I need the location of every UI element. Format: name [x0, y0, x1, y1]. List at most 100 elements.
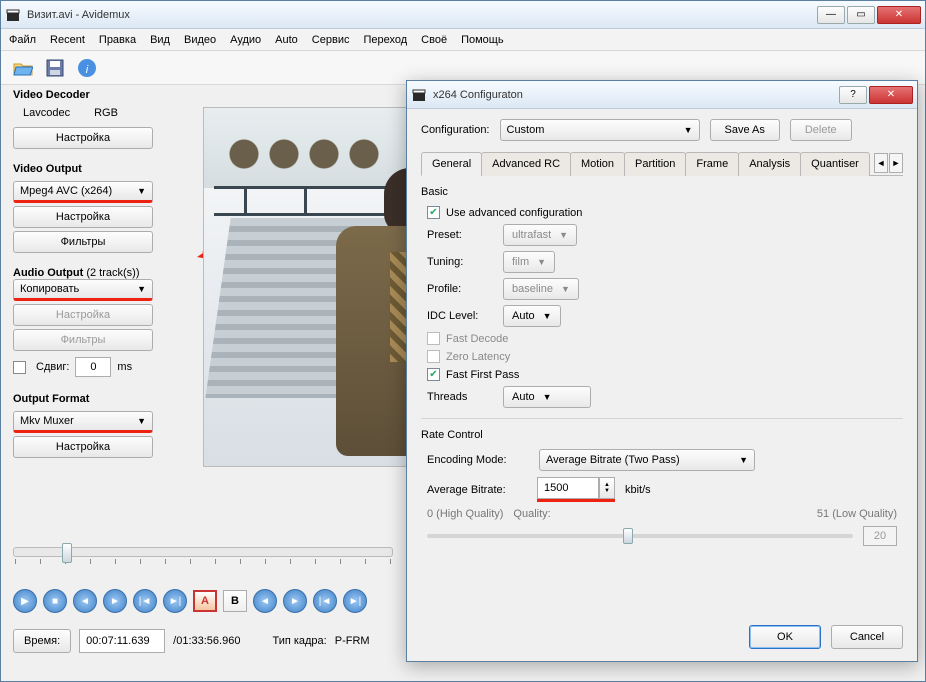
video-output-select[interactable]: Mpeg4 AVC (x264) ▼ — [13, 181, 153, 203]
encoding-mode-select[interactable]: Average Bitrate (Two Pass)▼ — [539, 449, 755, 471]
preset-select: ultrafast▼ — [503, 224, 577, 246]
maximize-button[interactable]: ▭ — [847, 6, 875, 24]
menubar: Файл Recent Правка Вид Видео Аудио Auto … — [1, 29, 925, 51]
menu-service[interactable]: Сервис — [312, 34, 350, 46]
tab-quantiser[interactable]: Quantiser — [800, 152, 870, 176]
threads-select[interactable]: Auto▼ — [503, 386, 591, 408]
preset-label: Preset: — [427, 229, 491, 241]
video-output-settings-button[interactable]: Настройка — [13, 206, 153, 228]
menu-view[interactable]: Вид — [150, 34, 170, 46]
tab-frame[interactable]: Frame — [685, 152, 739, 176]
tab-partition[interactable]: Partition — [624, 152, 686, 176]
chevron-down-icon: ▼ — [137, 416, 146, 426]
time-label-button[interactable]: Время: — [13, 629, 71, 653]
shift-checkbox[interactable] — [13, 361, 26, 374]
audio-output-select[interactable]: Копировать▼ — [13, 279, 153, 301]
menu-audio[interactable]: Аудио — [230, 34, 261, 46]
fast-first-pass-checkbox[interactable]: ✔ — [427, 368, 440, 381]
configuration-label: Configuration: — [421, 124, 490, 136]
menu-recent[interactable]: Recent — [50, 34, 85, 46]
next-keyframe-button[interactable]: ►| — [163, 589, 187, 613]
status-row: Время: 00:07:11.639 /01:33:56.960 Тип ка… — [13, 629, 370, 653]
menu-help[interactable]: Помощь — [461, 34, 504, 46]
timeline-track[interactable] — [13, 547, 393, 557]
dialog-title: x264 Configuraton — [433, 89, 839, 101]
dialog-close-button[interactable]: ✕ — [869, 86, 913, 104]
tab-advanced-rc[interactable]: Advanced RC — [481, 152, 571, 176]
decoder-settings-button[interactable]: Настройка — [13, 127, 153, 149]
profile-select: baseline▼ — [503, 278, 579, 300]
profile-label: Profile: — [427, 283, 491, 295]
prev-black-button[interactable]: |◄ — [313, 589, 337, 613]
minimize-button[interactable]: — — [817, 6, 845, 24]
decoder-codec: Lavcodec — [23, 107, 70, 119]
playback-controls: ▶ ■ ◄ ► |◄ ►| A B ◄ ► |◄ ►| — [13, 589, 367, 613]
info-icon[interactable]: i — [75, 56, 99, 80]
chevron-down-icon: ▼ — [543, 311, 552, 321]
stop-button[interactable]: ■ — [43, 589, 67, 613]
audio-output-settings-button[interactable]: Настройка — [13, 304, 153, 326]
menu-auto[interactable]: Auto — [275, 34, 298, 46]
audio-track-count: (2 track(s)) — [86, 267, 139, 279]
shift-unit: ms — [117, 361, 132, 373]
dialog-help-button[interactable]: ? — [839, 86, 867, 104]
left-panel: Video Decoder Lavcodec RGB Настройка Vid… — [13, 85, 193, 461]
next-frame-button[interactable]: ► — [103, 589, 127, 613]
audio-output-filters-button[interactable]: Фильтры — [13, 329, 153, 351]
menu-edit[interactable]: Правка — [99, 34, 136, 46]
encoding-mode-value: Average Bitrate (Two Pass) — [546, 454, 680, 466]
tab-analysis[interactable]: Analysis — [738, 152, 801, 176]
configuration-select[interactable]: Custom▼ — [500, 119, 700, 141]
decoder-colorspace: RGB — [94, 107, 118, 119]
timeline-thumb[interactable] — [62, 543, 72, 563]
menu-video[interactable]: Видео — [184, 34, 216, 46]
shift-value-input[interactable]: 0 — [75, 357, 111, 377]
set-marker-b-button[interactable]: B — [223, 590, 247, 612]
encoding-mode-label: Encoding Mode: — [427, 454, 527, 466]
use-advanced-checkbox[interactable]: ✔ — [427, 206, 440, 219]
next-black-button[interactable]: ►| — [343, 589, 367, 613]
fast-decode-label: Fast Decode — [446, 333, 508, 345]
preset-value: ultrafast — [512, 229, 551, 241]
tabs-scroll-right[interactable]: ► — [889, 153, 903, 173]
output-format-settings-button[interactable]: Настройка — [13, 436, 153, 458]
frame-type-value: P-FRM — [335, 635, 370, 647]
goto-marker-a-button[interactable]: ◄ — [253, 589, 277, 613]
ok-button[interactable]: OK — [749, 625, 821, 649]
quality-label: Quality: — [513, 508, 550, 520]
quality-slider — [427, 534, 853, 538]
close-button[interactable]: ✕ — [877, 6, 921, 24]
x264-config-dialog: x264 Configuraton ? ✕ Configuration: Cus… — [406, 80, 918, 662]
titlebar: Визит.avi - Avidemux — ▭ ✕ — [1, 1, 925, 29]
menu-goto[interactable]: Переход — [363, 34, 407, 46]
use-advanced-label: Use advanced configuration — [446, 207, 582, 219]
output-format-title: Output Format — [13, 393, 193, 405]
video-output-value: Mpeg4 AVC (x264) — [20, 185, 112, 197]
idc-select[interactable]: Auto▼ — [503, 305, 561, 327]
tab-motion[interactable]: Motion — [570, 152, 625, 176]
menu-own[interactable]: Своё — [421, 34, 447, 46]
open-icon[interactable] — [11, 56, 35, 80]
average-bitrate-input[interactable]: 1500 — [537, 477, 599, 499]
play-button[interactable]: ▶ — [13, 589, 37, 613]
timeline — [13, 547, 393, 571]
set-marker-a-button[interactable]: A — [193, 590, 217, 612]
cancel-button[interactable]: Cancel — [831, 625, 903, 649]
menu-file[interactable]: Файл — [9, 34, 36, 46]
tabs-scroll-left[interactable]: ◄ — [874, 153, 888, 173]
rate-control-title: Rate Control — [421, 429, 903, 441]
goto-marker-b-button[interactable]: ► — [283, 589, 307, 613]
save-icon[interactable] — [43, 56, 67, 80]
video-output-filters-button[interactable]: Фильтры — [13, 231, 153, 253]
threads-value: Auto — [512, 391, 535, 403]
chevron-down-icon: ▼ — [137, 186, 146, 196]
quality-low-label: 51 (Low Quality) — [817, 508, 897, 520]
prev-frame-button[interactable]: ◄ — [73, 589, 97, 613]
time-value-field[interactable]: 00:07:11.639 — [79, 629, 165, 653]
save-as-button[interactable]: Save As — [710, 119, 780, 141]
bitrate-stepper[interactable]: ▲▼ — [599, 477, 615, 499]
prev-keyframe-button[interactable]: |◄ — [133, 589, 157, 613]
output-format-select[interactable]: Mkv Muxer▼ — [13, 411, 153, 433]
tab-general[interactable]: General — [421, 152, 482, 176]
bitrate-unit: kbit/s — [625, 484, 651, 496]
